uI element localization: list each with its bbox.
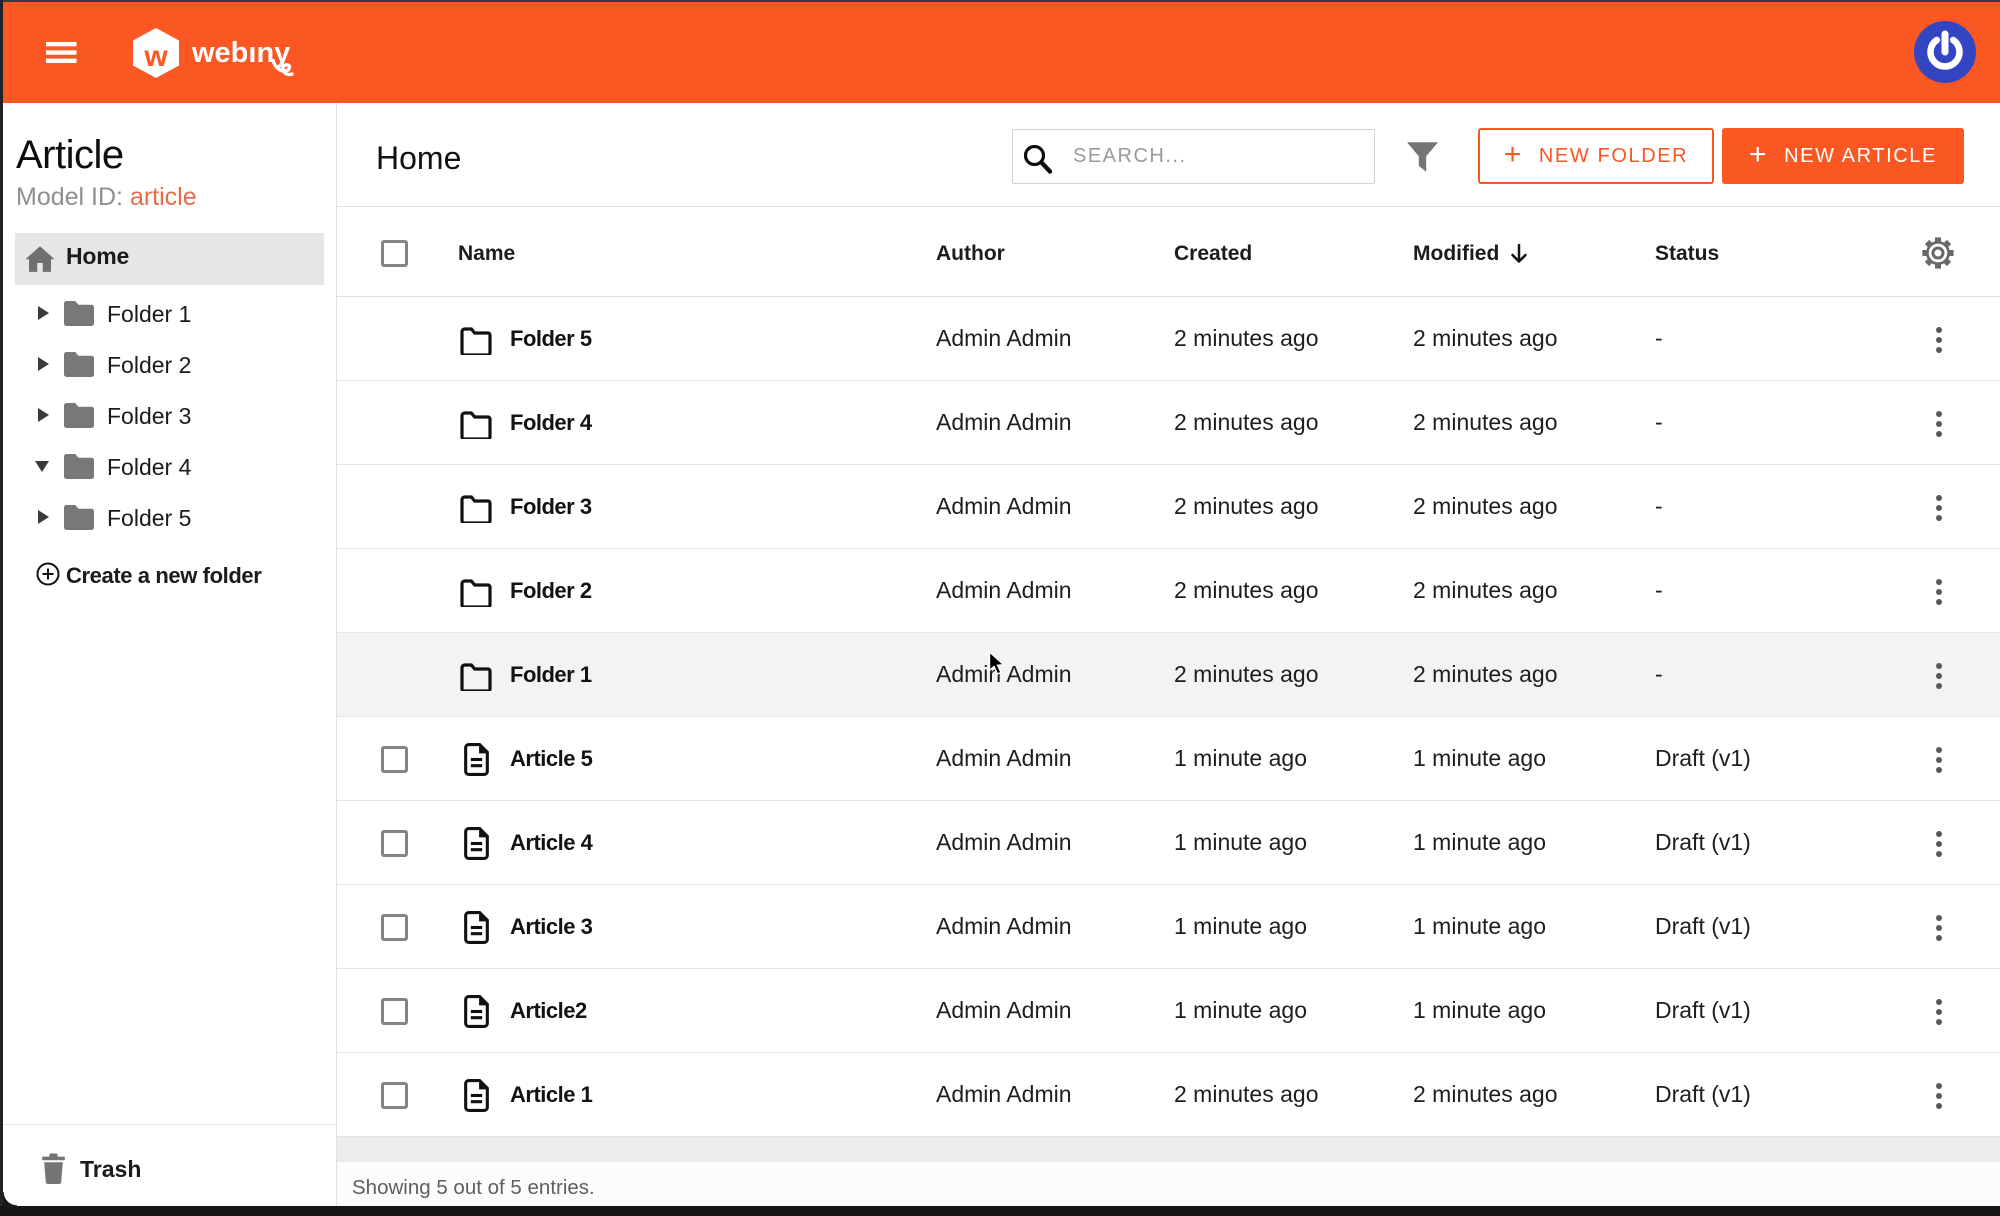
svg-text:w: w — [143, 40, 168, 73]
